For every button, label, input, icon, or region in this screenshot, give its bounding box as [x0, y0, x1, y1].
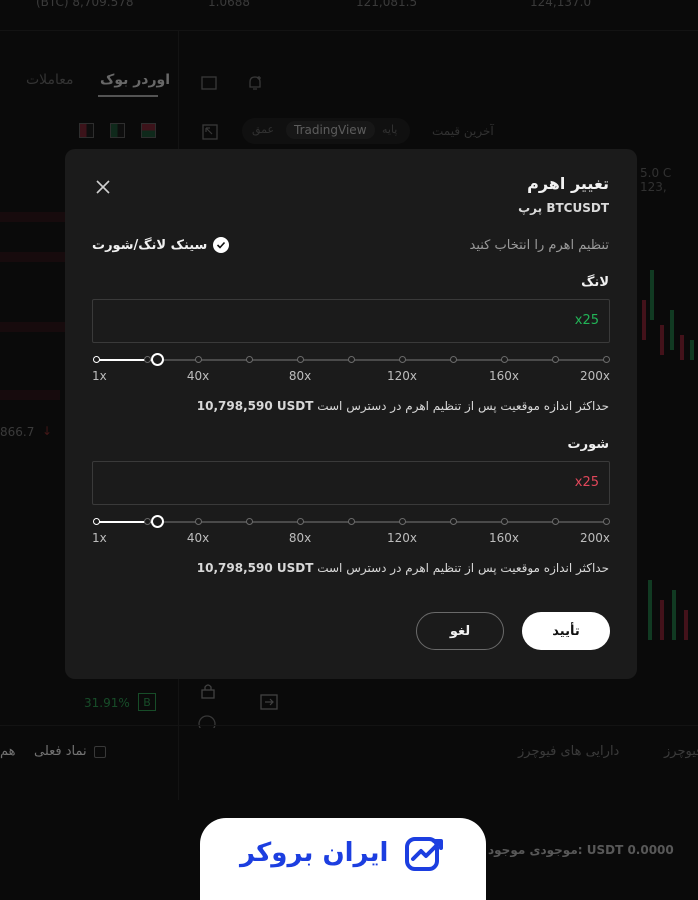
slider-mark-label: 40x [186, 531, 210, 545]
slider-step[interactable] [347, 518, 355, 525]
slider-step[interactable] [245, 356, 253, 363]
long-slider-marks: 1x 40x 80x 120x 160x 200x [92, 369, 610, 385]
long-label: لانگ [581, 275, 609, 290]
slider-step[interactable] [92, 518, 100, 525]
slider-mark-label: 40x [186, 369, 210, 383]
long-leverage-value: x25 [574, 313, 599, 328]
slider-step[interactable] [449, 518, 457, 525]
slider-step[interactable] [398, 356, 406, 363]
slider-mark-label: 200x [579, 369, 610, 383]
slider-step[interactable] [245, 518, 253, 525]
slider-step[interactable] [500, 518, 508, 525]
slider-step[interactable] [449, 356, 457, 363]
max-position-text: حداکثر اندازه موقعیت پس از تنظیم اهرم در… [317, 399, 609, 413]
long-leverage-input[interactable]: x25 [92, 299, 610, 343]
slider-mark-label: 200x [579, 531, 610, 545]
short-slider-marks: 1x 40x 80x 120x 160x 200x [92, 531, 610, 547]
long-leverage-slider[interactable] [92, 353, 610, 367]
short-max-position-info: حداکثر اندازه موقعیت پس از تنظیم اهرم در… [197, 561, 609, 575]
slider-step[interactable] [500, 356, 508, 363]
modal-subtitle: BTCUSDT پرپ [518, 201, 609, 215]
short-label: شورت [567, 437, 609, 452]
max-position-text: حداکثر اندازه موقعیت پس از تنظیم اهرم در… [317, 561, 609, 575]
max-position-value: 10,798,590 USDT [196, 399, 314, 413]
long-max-position-info: حداکثر اندازه موقعیت پس از تنظیم اهرم در… [197, 399, 609, 413]
sync-long-short-toggle[interactable]: سینک لانگ/شورت [92, 237, 230, 253]
slider-step[interactable] [602, 518, 610, 525]
leverage-hint: تنظیم اهرم را انتخاب کنید [469, 238, 610, 253]
max-position-value: 10,798,590 USDT [196, 561, 314, 575]
slider-mark-label: 120x [386, 369, 418, 383]
slider-mark-label: 1x [92, 531, 107, 545]
slider-thumb[interactable] [150, 353, 164, 366]
slider-mark-label: 80x [288, 369, 312, 383]
slider-step[interactable] [143, 356, 151, 363]
brand-logo-text: ایران بروکر [240, 838, 389, 868]
short-leverage-slider[interactable] [92, 515, 610, 529]
short-leverage-input[interactable]: x25 [92, 461, 610, 505]
slider-step[interactable] [296, 518, 304, 525]
slider-step[interactable] [296, 356, 304, 363]
slider-mark-label: 120x [386, 531, 418, 545]
slider-thumb[interactable] [150, 515, 164, 528]
close-icon[interactable] [93, 177, 113, 197]
brand-logo-icon [405, 837, 443, 871]
slider-step[interactable] [92, 356, 100, 363]
slider-step[interactable] [194, 518, 202, 525]
slider-step[interactable] [194, 356, 202, 363]
slider-mark-label: 160x [488, 531, 520, 545]
slider-step[interactable] [398, 518, 406, 525]
sync-label: سینک لانگ/شورت [92, 237, 208, 253]
slider-step[interactable] [143, 518, 151, 525]
slider-mark-label: 1x [92, 369, 107, 383]
slider-step[interactable] [551, 518, 559, 525]
cancel-button[interactable]: لغو [416, 612, 504, 650]
slider-step[interactable] [551, 356, 559, 363]
slider-mark-label: 160x [488, 369, 520, 383]
checkmark-icon [213, 237, 230, 253]
slider-step[interactable] [602, 356, 610, 363]
short-leverage-value: x25 [574, 475, 599, 490]
change-leverage-modal: تغییر اهرم BTCUSDT پرپ تنظیم اهرم را انت… [65, 149, 637, 679]
confirm-button[interactable]: تأیید [522, 612, 610, 650]
slider-step[interactable] [347, 356, 355, 363]
modal-title: تغییر اهرم [527, 174, 609, 193]
slider-mark-label: 80x [288, 531, 312, 545]
